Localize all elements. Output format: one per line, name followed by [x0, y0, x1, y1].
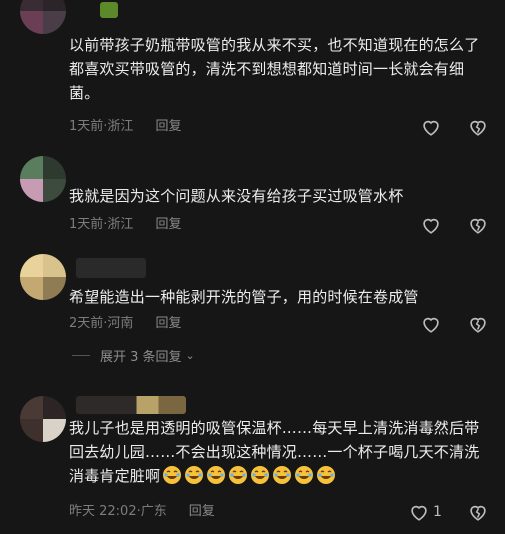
comment-text: 以前带孩子奶瓶带吸管的我从来不买，也不知道现在的怎么了都喜欢买带吸管的，清洗不到…: [69, 36, 480, 102]
like-button[interactable]: [419, 312, 443, 336]
dislike-button[interactable]: [466, 115, 490, 139]
comment-location: 浙江: [107, 119, 134, 134]
like-button[interactable]: [419, 115, 443, 139]
comment-time: 1天前: [69, 217, 104, 232]
rolling-laughing-emoji: [207, 466, 226, 484]
comment-text: 我儿子也是用透明的吸管保温杯……每天早上清洗消毒然后带回去幼儿园……不会出现这种…: [69, 416, 489, 488]
comment-location: 浙江: [107, 217, 134, 232]
rolling-laughing-emoji: [273, 466, 292, 484]
avatar[interactable]: [20, 0, 66, 34]
comment-location: 广东: [140, 504, 167, 519]
username-blurred[interactable]: [76, 258, 146, 278]
comment-time: 1天前: [69, 119, 104, 134]
reply-button[interactable]: 回复: [155, 215, 181, 235]
rolling-laughing-emoji: [229, 466, 248, 484]
comment-time: 2天前: [69, 316, 104, 331]
reply-button[interactable]: 回复: [155, 314, 181, 334]
dislike-button[interactable]: [466, 500, 490, 524]
dislike-button[interactable]: [466, 213, 490, 237]
comment-meta: 昨天 22:02 · 广东 回复: [69, 502, 215, 522]
username-blurred[interactable]: [100, 2, 118, 18]
broken-heart-icon: [470, 120, 486, 136]
comment-text: 希望能造出一种能剥开洗的管子，用的时候在卷成管: [69, 288, 419, 306]
comment-meta: 1天前 · 浙江 回复: [69, 215, 181, 235]
emoji-group: [162, 466, 338, 485]
broken-heart-icon: [470, 317, 486, 333]
like-button[interactable]: [407, 500, 431, 524]
heart-outline-icon: [423, 317, 439, 333]
username-blurred[interactable]: [76, 396, 186, 414]
comment-time: 昨天 22:02: [69, 504, 137, 519]
like-button[interactable]: [419, 213, 443, 237]
heart-outline-icon: [423, 120, 439, 136]
rolling-laughing-emoji: [295, 466, 314, 484]
like-count: 1: [433, 504, 442, 520]
comment-list: 以前带孩子奶瓶带吸管的我从来不买，也不知道现在的怎么了都喜欢买带吸管的，清洗不到…: [0, 0, 505, 534]
avatar[interactable]: [20, 396, 66, 442]
reply-button[interactable]: 回复: [189, 502, 215, 522]
comment-meta: 1天前 · 浙江 回复: [69, 117, 181, 137]
divider: [72, 354, 90, 356]
rolling-laughing-emoji: [163, 466, 182, 484]
rolling-laughing-emoji: [185, 466, 204, 484]
rolling-laughing-emoji: [251, 466, 270, 484]
expand-replies-button[interactable]: 展开 3 条回复 ⌄: [72, 345, 195, 365]
comment-meta: 2天前 · 河南 回复: [69, 314, 181, 334]
reply-button[interactable]: 回复: [155, 117, 181, 137]
broken-heart-icon: [470, 218, 486, 234]
expand-replies-label: 展开 3 条回复: [100, 349, 182, 365]
heart-outline-icon: [423, 218, 439, 234]
chevron-down-icon: ⌄: [185, 348, 195, 362]
rolling-laughing-emoji: [317, 466, 336, 484]
dislike-button[interactable]: [466, 312, 490, 336]
broken-heart-icon: [470, 505, 486, 521]
comment-location: 河南: [107, 316, 134, 331]
avatar[interactable]: [20, 254, 66, 300]
heart-outline-icon: [411, 505, 427, 521]
comment-text: 我就是因为这个问题从来没有给孩子买过吸管水杯: [69, 187, 404, 205]
avatar[interactable]: [20, 156, 66, 202]
